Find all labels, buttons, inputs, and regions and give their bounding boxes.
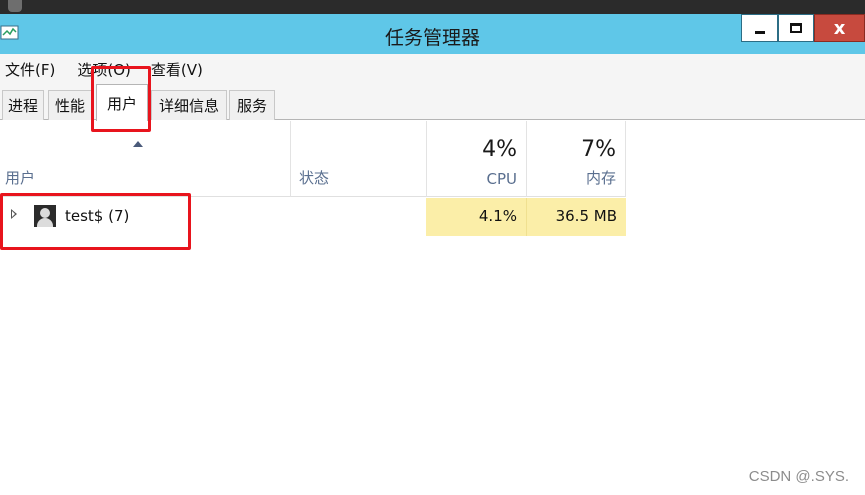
close-button[interactable]: x — [814, 14, 865, 42]
minimize-button[interactable] — [741, 14, 778, 42]
column-header-memory[interactable]: 7% 内存 — [526, 121, 626, 197]
desktop-icon-fragment — [8, 0, 22, 12]
annotation-box-users-tab — [91, 66, 151, 132]
menu-file[interactable]: 文件(F) — [0, 59, 61, 80]
column-label-status: 状态 — [299, 169, 330, 187]
maximize-icon — [790, 23, 802, 33]
minimize-icon — [754, 30, 765, 34]
row-cpu-value: 4.1% — [426, 198, 526, 236]
tab-services[interactable]: 服务 — [229, 90, 275, 120]
column-header-user[interactable]: 用户 — [0, 121, 290, 197]
watermark: CSDN @.SYS. — [748, 468, 849, 485]
column-label-cpu: CPU — [486, 170, 518, 188]
memory-total-percent: 7% — [581, 137, 616, 162]
title-bar[interactable]: 任务管理器 x — [0, 14, 865, 54]
sort-ascending-icon — [133, 141, 143, 147]
row-memory-value: 36.5 MB — [526, 198, 626, 236]
desktop-top-strip — [0, 0, 865, 14]
tab-details[interactable]: 详细信息 — [151, 90, 227, 120]
cpu-total-percent: 4% — [482, 137, 517, 162]
column-label-memory: 内存 — [585, 169, 616, 187]
tab-processes[interactable]: 进程 — [2, 90, 44, 120]
column-label-user: 用户 — [5, 169, 36, 187]
column-header-cpu[interactable]: 4% CPU — [426, 121, 526, 197]
close-icon: x — [833, 17, 846, 39]
maximize-button[interactable] — [778, 14, 814, 42]
tab-performance[interactable]: 性能 — [48, 90, 92, 120]
screenshot-frame: 任务管理器 x 文件(F) 选项(O) 查看(V) 进程 性能 详细信息 服务 … — [0, 0, 865, 495]
menu-view[interactable]: 查看(V) — [145, 59, 209, 80]
annotation-box-user-row — [0, 193, 191, 250]
window-title: 任务管理器 — [384, 27, 480, 49]
column-header-status[interactable]: 状态 — [290, 121, 426, 197]
